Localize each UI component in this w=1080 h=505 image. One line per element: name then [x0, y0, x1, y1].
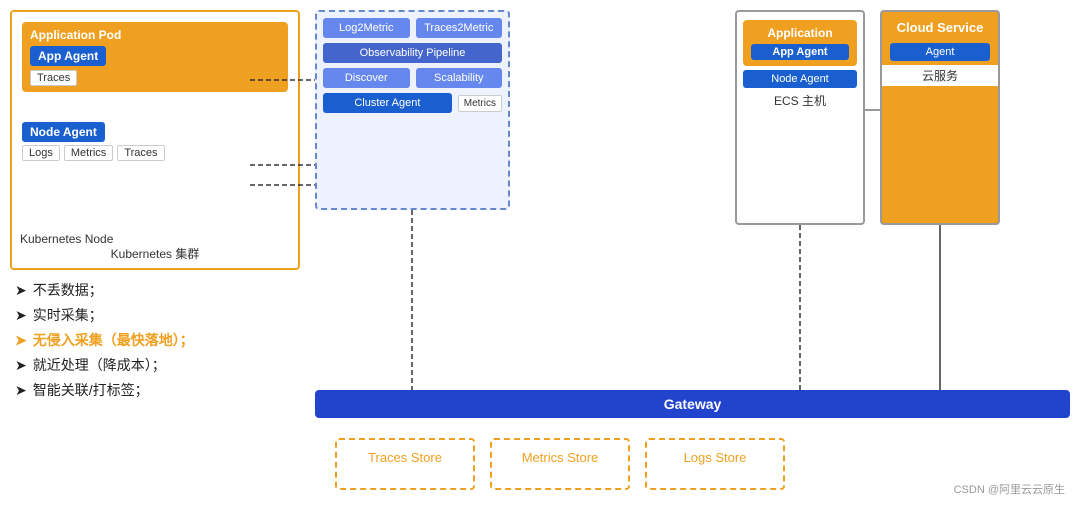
application-pod: Application Pod App Agent Traces [22, 22, 288, 92]
log2metric-box: Log2Metric [323, 18, 410, 38]
kubernetes-node-label: Kubernetes Node [20, 232, 113, 246]
feature-4: ➤ 就近处理（降成本）； [15, 355, 194, 375]
pipeline-box: Log2Metric Traces2Metric Observability P… [315, 10, 510, 210]
arrow-icon-1: ➤ [15, 282, 27, 299]
gateway-bar: Gateway [315, 390, 1070, 418]
app-agent-box: App Agent [30, 46, 106, 66]
features-list: ➤ 不丢数据； ➤ 实时采集； ➤ 无侵入采集（最快落地）； ➤ 就近处理（降成… [15, 280, 194, 400]
cloud-agent-box: Agent [890, 43, 990, 61]
arrow-icon-5: ➤ [15, 382, 27, 399]
kubernetes-outer-box: Application Pod App Agent Traces Node Ag… [10, 10, 300, 270]
node-agent-box: Node Agent [22, 122, 105, 142]
traces-tag: Traces [30, 70, 77, 86]
diagram-area: Application Pod App Agent Traces Node Ag… [0, 0, 1080, 505]
pipeline-area: Log2Metric Traces2Metric Observability P… [315, 10, 510, 210]
discover-box: Discover [323, 68, 410, 88]
ecs-app-agent: App Agent [751, 44, 849, 60]
arrow-icon-2: ➤ [15, 307, 27, 324]
feature-1: ➤ 不丢数据； [15, 280, 194, 300]
cluster-agent-box: Cluster Agent [323, 93, 452, 113]
traces-tag-2: Traces [117, 145, 164, 161]
application-pod-label: Application Pod [30, 28, 280, 42]
pipeline-row-1: Log2Metric Traces2Metric [323, 18, 502, 38]
ecs-outer-box: Application App Agent Node Agent ECS 主机 [735, 10, 865, 225]
cluster-agent-row: Cluster Agent Metrics [323, 93, 502, 113]
metrics-tag: Metrics [64, 145, 113, 161]
traces-store-box: Traces Store [335, 438, 475, 490]
tags-row: Logs Metrics Traces [22, 145, 288, 161]
ecs-node-agent: Node Agent [743, 70, 857, 88]
feature-3: ➤ 无侵入采集（最快落地）； [15, 330, 194, 350]
pipeline-row-2: Discover Scalability [323, 68, 502, 88]
observability-pipeline-box: Observability Pipeline [323, 43, 502, 63]
watermark: CSDN @阿里云云原生 [954, 481, 1065, 497]
ecs-application-box: Application App Agent [743, 20, 857, 66]
arrow-icon-3: ➤ [15, 332, 27, 349]
feature-2: ➤ 实时采集； [15, 305, 194, 325]
logs-tag: Logs [22, 145, 60, 161]
feature-5: ➤ 智能关联/打标签； [15, 380, 194, 400]
gateway-area: Gateway [315, 390, 1070, 425]
ecs-label: ECS 主机 [737, 92, 863, 109]
cloud-label: 云服务 [882, 65, 998, 86]
scalability-box: Scalability [416, 68, 503, 88]
traces2metric-box: Traces2Metric [416, 18, 503, 38]
node-agent-section: Node Agent Logs Metrics Traces [22, 122, 288, 161]
metrics-tag-cluster: Metrics [458, 95, 502, 112]
cloud-title: Cloud Service [882, 12, 998, 39]
cloud-outer-box: Cloud Service Agent 云服务 [880, 10, 1000, 225]
arrow-icon-4: ➤ [15, 357, 27, 374]
metrics-store-box: Metrics Store [490, 438, 630, 490]
logs-store-box: Logs Store [645, 438, 785, 490]
kubernetes-cluster-label: Kubernetes 集群 [12, 245, 298, 262]
